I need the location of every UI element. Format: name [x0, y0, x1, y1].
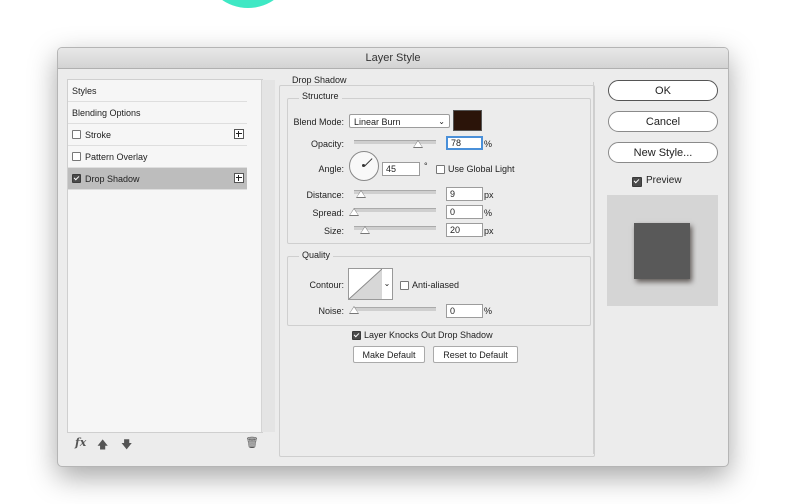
preview-label: Preview: [646, 175, 682, 186]
spread-slider-thumb[interactable]: [349, 208, 359, 216]
angle-input[interactable]: 45: [382, 162, 420, 176]
make-default-label: Make Default: [362, 350, 416, 360]
blend-mode-label: Blend Mode:: [293, 117, 344, 127]
new-style-label: New Style...: [633, 147, 693, 159]
styles-toolbar: fx 🡅 🡇 🗑: [67, 436, 261, 452]
knocks-out-checkbox[interactable]: [352, 331, 361, 340]
contour-preview[interactable]: [348, 268, 383, 300]
make-default-button[interactable]: Make Default: [353, 346, 425, 363]
dialog-titlebar[interactable]: Layer Style: [58, 48, 728, 69]
arrow-down-icon[interactable]: 🡇: [121, 436, 132, 455]
background-teal-circle: [208, 0, 288, 8]
distance-slider-track[interactable]: [354, 190, 436, 194]
style-item-stroke[interactable]: Stroke: [68, 124, 247, 146]
reset-default-label: Reset to Default: [443, 350, 508, 360]
distance-slider-thumb[interactable]: [356, 190, 366, 198]
add-drop-shadow-icon[interactable]: [234, 173, 244, 183]
blend-mode-value: Linear Burn: [354, 117, 401, 127]
style-item-label: Blending Options: [72, 108, 141, 118]
style-item-styles[interactable]: Styles: [68, 80, 247, 102]
blend-mode-select[interactable]: Linear Burn ⌄: [349, 114, 450, 128]
preview-thumbnail: [607, 195, 718, 306]
reset-to-default-button[interactable]: Reset to Default: [433, 346, 518, 363]
pattern-overlay-checkbox[interactable]: [72, 152, 81, 161]
size-input[interactable]: 20: [446, 223, 483, 237]
cancel-button[interactable]: Cancel: [608, 111, 718, 132]
noise-label: Noise:: [318, 306, 344, 316]
chevron-down-icon: ⌄: [438, 117, 445, 126]
stroke-checkbox[interactable]: [72, 130, 81, 139]
noise-input[interactable]: 0: [446, 304, 483, 318]
styles-scrollbar[interactable]: [261, 80, 275, 432]
chevron-down-icon: ⌄: [383, 279, 391, 288]
angle-center: [362, 164, 365, 167]
noise-value: 0: [450, 306, 456, 316]
style-item-drop-shadow[interactable]: Drop Shadow: [68, 168, 247, 190]
shadow-color-swatch[interactable]: [453, 110, 482, 131]
ok-button[interactable]: OK: [608, 80, 718, 101]
angle-needle: [364, 158, 373, 167]
ok-label: OK: [655, 85, 671, 97]
style-item-label: Pattern Overlay: [85, 152, 148, 162]
size-label: Size:: [323, 226, 344, 236]
contour-curve-icon: [349, 269, 382, 299]
style-item-label: Drop Shadow: [85, 174, 140, 184]
trash-icon[interactable]: 🗑: [245, 436, 259, 449]
angle-label: Angle:: [318, 164, 344, 174]
fx-label: fx: [75, 436, 87, 449]
cancel-label: Cancel: [645, 116, 681, 128]
spread-unit: %: [484, 208, 493, 218]
style-item-blending-options[interactable]: Blending Options: [68, 102, 247, 124]
knocks-out-label: Layer Knocks Out Drop Shadow: [364, 330, 493, 340]
use-global-light-checkbox[interactable]: [436, 165, 445, 174]
spread-slider-track[interactable]: [354, 208, 436, 212]
size-slider-thumb[interactable]: [360, 226, 370, 234]
drop-shadow-title: Drop Shadow: [289, 75, 350, 85]
angle-value: 45: [386, 164, 397, 174]
opacity-slider-thumb[interactable]: [412, 140, 423, 148]
style-item-label: Stroke: [85, 130, 112, 140]
opacity-unit: %: [484, 139, 493, 149]
preview-square: [634, 223, 690, 279]
preview-checkbox[interactable]: [632, 177, 642, 187]
drop-shadow-checkbox[interactable]: [72, 174, 81, 183]
use-global-light-label: Use Global Light: [448, 164, 515, 174]
fx-icon[interactable]: fx: [75, 436, 86, 449]
panel-separator: [593, 82, 594, 454]
structure-title: Structure: [299, 91, 342, 101]
opacity-slider-track[interactable]: [354, 140, 436, 144]
dialog-title: Layer Style: [365, 52, 421, 64]
arrow-up-icon[interactable]: 🡅: [97, 436, 108, 455]
opacity-value: 78: [451, 138, 462, 148]
layer-style-dialog: Layer Style Styles Blending Options Stro…: [57, 47, 729, 467]
distance-input[interactable]: 9: [446, 187, 483, 201]
size-value: 20: [450, 225, 461, 235]
styles-list-panel: Styles Blending Options Stroke Pattern O…: [67, 79, 275, 433]
noise-slider-thumb[interactable]: [349, 306, 359, 314]
noise-unit: %: [484, 306, 493, 316]
spread-label: Spread:: [312, 208, 344, 218]
spread-value: 0: [450, 207, 456, 217]
angle-unit: °: [424, 161, 428, 171]
distance-value: 9: [450, 189, 456, 199]
add-stroke-icon[interactable]: [234, 129, 244, 139]
opacity-input[interactable]: 78: [446, 136, 483, 150]
quality-title: Quality: [299, 250, 334, 260]
opacity-label: Opacity:: [310, 139, 344, 149]
contour-label: Contour:: [309, 280, 344, 290]
style-item-pattern-overlay[interactable]: Pattern Overlay: [68, 146, 247, 168]
contour-dropdown[interactable]: ⌄: [382, 268, 393, 300]
distance-label: Distance:: [306, 190, 344, 200]
new-style-button[interactable]: New Style...: [608, 142, 718, 163]
distance-unit: px: [484, 190, 494, 200]
anti-aliased-checkbox[interactable]: [400, 281, 409, 290]
anti-aliased-label: Anti-aliased: [412, 280, 460, 290]
style-item-label: Styles: [72, 86, 97, 96]
noise-slider-track[interactable]: [354, 307, 436, 311]
angle-dial[interactable]: [349, 151, 379, 181]
size-unit: px: [484, 226, 494, 236]
spread-input[interactable]: 0: [446, 205, 483, 219]
